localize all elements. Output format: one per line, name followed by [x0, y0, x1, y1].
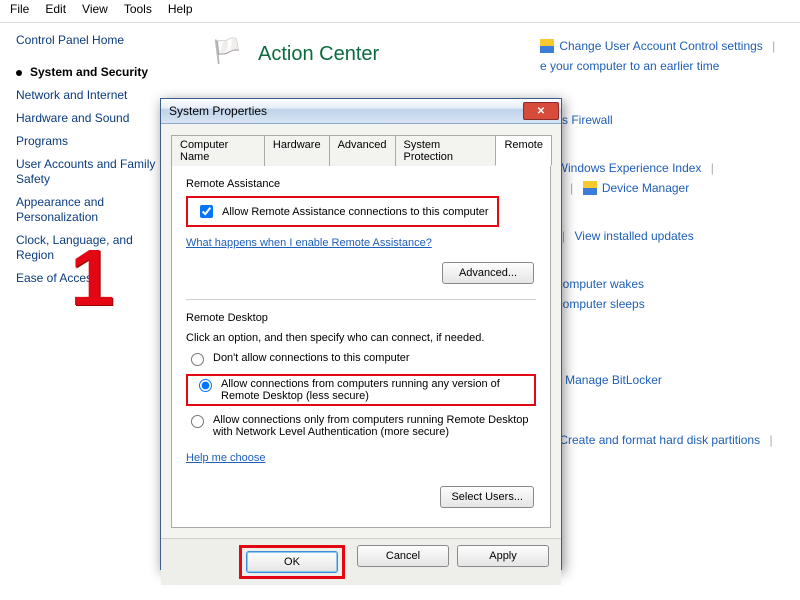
- callout-1: 1: [70, 238, 115, 318]
- menu-file[interactable]: File: [4, 2, 35, 20]
- allow-remote-assistance-label: Allow Remote Assistance connections to t…: [222, 206, 489, 218]
- shield-icon: [583, 181, 597, 195]
- apply-button[interactable]: Apply: [457, 545, 549, 567]
- sidebar-item-appearance[interactable]: Appearance and Personalization: [16, 195, 174, 225]
- help-me-choose-link[interactable]: Help me choose: [186, 452, 536, 464]
- system-properties-dialog: System Properties ✕ Computer Name Hardwa…: [160, 98, 562, 570]
- radio-allow-any[interactable]: Allow connections from computers running…: [186, 374, 536, 406]
- ok-highlight: OK: [239, 545, 345, 579]
- close-button[interactable]: ✕: [523, 102, 559, 120]
- sidebar-item-user-accounts[interactable]: User Accounts and Family Safety: [16, 157, 174, 187]
- ok-button[interactable]: OK: [246, 551, 338, 573]
- link-wake[interactable]: he computer wakes: [540, 277, 790, 291]
- remote-desktop-desc: Click an option, and then specify who ca…: [186, 332, 536, 344]
- dialog-footer: OK Cancel Apply: [161, 538, 561, 585]
- link-restore[interactable]: e your computer to an earlier time: [540, 59, 790, 73]
- radio-dont-allow-input[interactable]: [191, 353, 204, 366]
- allow-remote-assistance-checkbox[interactable]: [200, 205, 213, 218]
- menu-tools[interactable]: Tools: [118, 2, 158, 20]
- dialog-titlebar[interactable]: System Properties ✕: [161, 99, 561, 124]
- close-icon: ✕: [537, 106, 545, 117]
- link-wei[interactable]: he Windows Experience Index: [540, 161, 701, 175]
- radio-allow-nla[interactable]: Allow connections only from computers ru…: [186, 414, 536, 438]
- menu-help[interactable]: Help: [162, 2, 199, 20]
- allow-remote-assistance-row[interactable]: Allow Remote Assistance connections to t…: [186, 196, 499, 227]
- radio-allow-any-input[interactable]: [199, 379, 212, 392]
- bullet-icon: [16, 70, 22, 76]
- link-partitions[interactable]: Create and format hard disk partitions: [559, 433, 760, 447]
- tab-advanced[interactable]: Advanced: [329, 135, 396, 166]
- sidebar-item-network[interactable]: Network and Internet: [16, 88, 174, 103]
- link-sleep[interactable]: he computer sleeps: [540, 297, 790, 311]
- tab-hardware[interactable]: Hardware: [264, 135, 330, 166]
- dialog-title: System Properties: [169, 104, 523, 118]
- link-firewall[interactable]: dows Firewall: [540, 113, 790, 127]
- menu-edit[interactable]: Edit: [39, 2, 72, 20]
- tab-panel-remote: Remote Assistance Allow Remote Assistanc…: [171, 166, 551, 528]
- radio-allow-nla-label: Allow connections only from computers ru…: [213, 414, 536, 438]
- control-panel-home-link[interactable]: Control Panel Home: [16, 33, 174, 47]
- tab-system-protection[interactable]: System Protection: [395, 135, 497, 166]
- sidebar-item-programs[interactable]: Programs: [16, 134, 174, 149]
- link-bitlocker[interactable]: Manage BitLocker: [565, 373, 662, 387]
- tab-computer-name[interactable]: Computer Name: [171, 135, 265, 166]
- tab-remote[interactable]: Remote: [495, 135, 552, 166]
- radio-allow-any-label: Allow connections from computers running…: [221, 378, 528, 402]
- right-column: Change User Account Control settings | e…: [540, 33, 790, 453]
- group-remote-assistance: Remote Assistance: [186, 178, 536, 190]
- cancel-button[interactable]: Cancel: [357, 545, 449, 567]
- advanced-button[interactable]: Advanced...: [442, 262, 534, 284]
- radio-dont-allow[interactable]: Don't allow connections to this computer: [186, 352, 536, 366]
- flag-icon: 🏳️: [212, 37, 242, 66]
- divider: [186, 299, 536, 300]
- menubar: File Edit View Tools Help: [0, 0, 800, 23]
- link-devmgr[interactable]: Device Manager: [602, 181, 689, 195]
- sidebar-item-hardware[interactable]: Hardware and Sound: [16, 111, 174, 126]
- help-remote-assistance-link[interactable]: What happens when I enable Remote Assist…: [186, 237, 536, 249]
- tab-strip: Computer Name Hardware Advanced System P…: [171, 134, 551, 166]
- link-installed-updates[interactable]: View installed updates: [575, 229, 694, 243]
- shield-uac-icon: [540, 39, 554, 53]
- menu-view[interactable]: View: [76, 2, 114, 20]
- radio-dont-allow-label: Don't allow connections to this computer: [213, 352, 410, 364]
- select-users-button[interactable]: Select Users...: [440, 486, 534, 508]
- sidebar-item-system-security[interactable]: System and Security: [16, 65, 174, 80]
- group-remote-desktop: Remote Desktop: [186, 312, 536, 324]
- link-uac[interactable]: Change User Account Control settings: [559, 39, 762, 53]
- radio-allow-nla-input[interactable]: [191, 415, 204, 428]
